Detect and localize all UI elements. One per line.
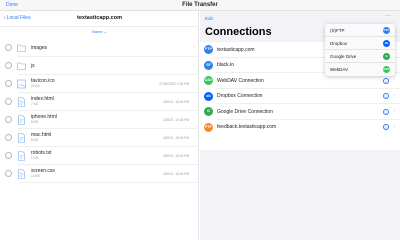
file-row[interactable]: screen.css 14 KB 4/20/21, 10:03 PM	[0, 165, 199, 183]
ftp-icon: FTP	[383, 27, 390, 34]
document-icon	[18, 168, 25, 179]
select-radio[interactable]	[5, 169, 12, 177]
chevron-right-icon: ›	[393, 77, 395, 83]
menu-item-dropbox[interactable]: Dropbox db	[325, 37, 395, 50]
document-icon	[18, 132, 25, 143]
window-title: File Transfer	[182, 1, 218, 8]
dropbox-icon: db	[383, 40, 390, 47]
connection-label: black.io	[217, 62, 234, 68]
title-bar: Done File Transfer	[0, 0, 400, 11]
folder-icon	[17, 62, 26, 70]
file-date: 4/20/21, 10:03 PM	[162, 117, 189, 122]
dropbox-icon: db	[204, 91, 213, 101]
google-drive-icon: G	[383, 53, 390, 60]
google-drive-icon: G	[204, 107, 213, 116]
chevron-right-icon: ›	[193, 61, 195, 68]
document-icon	[18, 96, 25, 107]
select-radio[interactable]	[5, 79, 12, 87]
file-date: 4/20/21, 10:03 PM	[162, 171, 189, 176]
menu-item-google-drive[interactable]: Google Drive G	[325, 50, 395, 63]
menu-item-label: WebDAV	[330, 66, 349, 72]
file-date: 4/20/21, 10:03 PM	[162, 135, 189, 140]
webdav-icon: DAV	[383, 66, 390, 73]
chevron-right-icon: ›	[193, 43, 195, 50]
image-file-icon	[17, 79, 26, 88]
add-connection-menu: (S)FTP FTP Dropbox db Google Drive G Web…	[325, 24, 395, 76]
sort-label: Name	[91, 29, 103, 34]
menu-item-sftp[interactable]: (S)FTP FTP	[325, 24, 395, 37]
file-row[interactable]: iphone.html 8 KB 4/20/21, 10:03 PM	[0, 111, 199, 129]
file-name: images	[31, 45, 48, 51]
menu-item-label: (S)FTP	[330, 27, 345, 33]
connection-row[interactable]: G Google Drive Connection i ›	[200, 104, 400, 120]
file-date: 4/20/21, 10:03 PM	[162, 99, 189, 104]
chevron-right-icon: ›	[393, 92, 395, 99]
select-radio[interactable]	[5, 61, 12, 69]
connection-label: feedback.textasticapp.com	[217, 124, 277, 130]
file-name: js	[31, 63, 35, 69]
info-icon[interactable]: i	[383, 108, 389, 115]
document-icon	[18, 114, 25, 125]
chevron-right-icon: ›	[393, 123, 395, 130]
select-radio[interactable]	[5, 151, 12, 159]
file-row[interactable]: robots.txt 1 KB 4/20/21, 10:03 PM	[0, 147, 199, 165]
file-size: 7 KB	[31, 101, 38, 106]
file-date: 07/02/2020, 2:35 PM	[159, 81, 189, 86]
menu-item-label: Google Drive	[330, 53, 357, 59]
file-row[interactable]: favicon.ico 24 KB 07/02/2020, 2:35 PM	[0, 75, 199, 93]
file-row[interactable]: js ›	[0, 57, 199, 75]
select-radio[interactable]	[5, 97, 12, 105]
select-radio[interactable]	[5, 43, 12, 51]
file-size: 8 KB	[31, 137, 38, 142]
document-icon	[18, 150, 25, 161]
left-nav-bar: ‹ Local Files textasticapp.com	[0, 11, 199, 27]
webdav-icon: DAV	[204, 76, 213, 85]
edit-button[interactable]: Edit	[205, 16, 213, 21]
select-radio[interactable]	[5, 115, 12, 123]
select-radio[interactable]	[5, 133, 12, 141]
file-size: 14 KB	[31, 173, 40, 178]
folder-icon	[17, 44, 26, 52]
file-row[interactable]: index.html 7 KB 4/20/21, 10:03 PM	[0, 93, 199, 111]
connections-title: Connections	[205, 26, 272, 38]
info-icon[interactable]: i	[383, 77, 389, 84]
local-files-pane: ‹ Local Files textasticapp.com Name ⌄ im…	[0, 11, 199, 240]
connection-row[interactable]: FTP feedback.textasticapp.com i ›	[200, 120, 400, 136]
connection-label: textasticapp.com	[217, 46, 255, 53]
file-row[interactable]: images ›	[0, 39, 199, 57]
file-row[interactable]: mac.html 8 KB 4/20/21, 10:03 PM	[0, 129, 199, 147]
chevron-right-icon: ›	[393, 108, 395, 114]
connection-label: Dropbox Connection	[217, 93, 263, 99]
ftp-icon: FTP	[204, 122, 213, 132]
menu-item-webdav[interactable]: WebDAV DAV	[325, 63, 395, 76]
connection-label: Google Drive Connection	[217, 108, 273, 115]
remote-host-title: textasticapp.com	[77, 15, 122, 21]
connection-row[interactable]: db Dropbox Connection i ›	[200, 89, 400, 104]
info-icon[interactable]: i	[383, 93, 389, 99]
file-date: 4/20/21, 10:03 PM	[162, 153, 189, 158]
connection-label: WebDAV Connection	[217, 77, 264, 84]
file-size: 1 KB	[31, 155, 38, 160]
more-icon[interactable]: ···	[385, 13, 391, 19]
file-size: 24 KB	[31, 83, 40, 88]
sort-button[interactable]: Name ⌄	[0, 29, 199, 34]
ftp-icon: FTP	[204, 45, 213, 54]
file-size: 8 KB	[31, 119, 38, 124]
menu-item-label: Dropbox	[330, 40, 348, 46]
info-icon[interactable]: i	[383, 124, 389, 130]
chevron-down-icon: ⌄	[103, 29, 108, 34]
sftp-icon: SF	[204, 60, 213, 70]
